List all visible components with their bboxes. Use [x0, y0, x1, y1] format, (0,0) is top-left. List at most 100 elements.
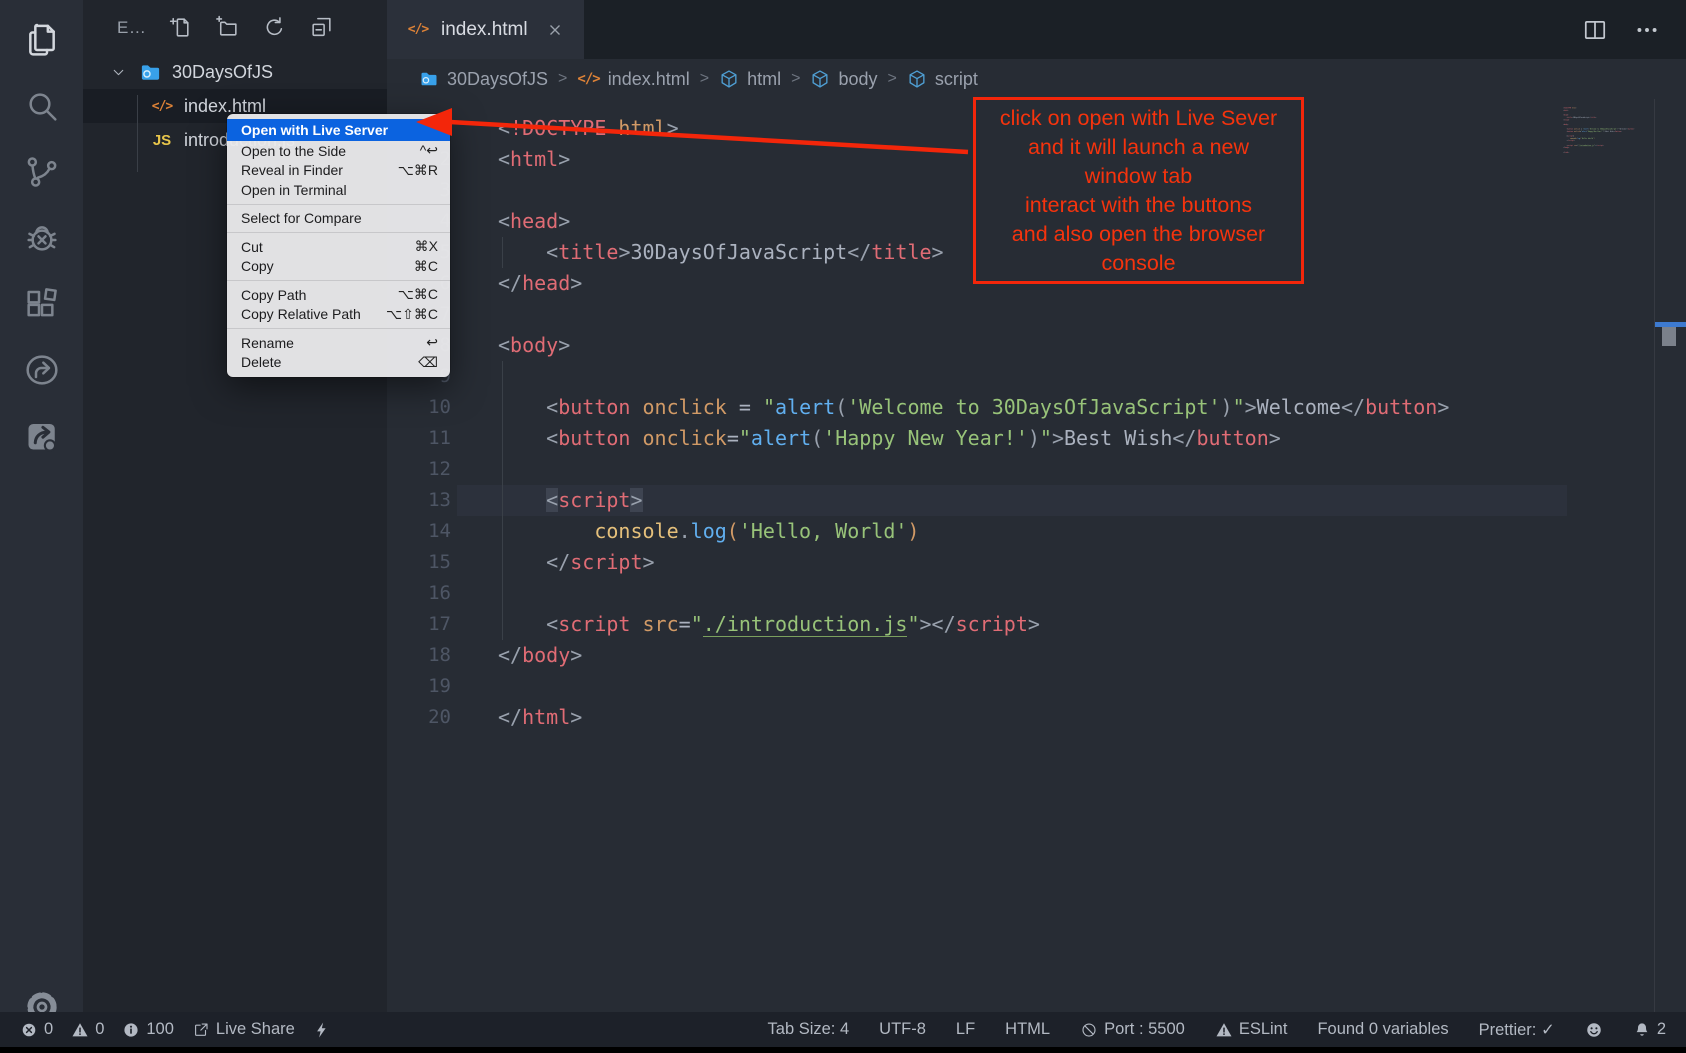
folder-label: 30DaysOfJS — [172, 62, 273, 83]
scrollbar-thumb[interactable] — [1662, 327, 1676, 346]
status-live-share[interactable]: Live Share — [192, 1020, 295, 1039]
menu-item-delete[interactable]: Delete⌫ — [227, 353, 450, 373]
smiley-icon — [1585, 1021, 1603, 1039]
extensions-icon[interactable] — [18, 280, 66, 328]
breadcrumb-item-index.html[interactable]: </>index.html — [577, 69, 689, 90]
refresh-icon[interactable] — [262, 15, 287, 40]
breadcrumb-separator: > — [791, 70, 800, 88]
breadcrumb: 30DaysOfJS></>index.html>html>body>scrip… — [387, 59, 1686, 99]
tree-indent-guide — [137, 95, 138, 172]
line-number: 20 — [387, 702, 451, 733]
menu-item-copy-path[interactable]: Copy Path⌥⌘C — [227, 285, 450, 305]
bell-icon — [1633, 1021, 1651, 1039]
new-file-icon[interactable] — [168, 15, 193, 40]
status-html[interactable]: HTML — [1005, 1020, 1050, 1039]
line-number: 15 — [387, 547, 451, 578]
code-line-11: <button onclick="alert('Happy New Year!'… — [498, 423, 1449, 454]
line-number: 19 — [387, 671, 451, 702]
menu-item-open-in-terminal[interactable]: Open in Terminal — [227, 180, 450, 200]
port-icon — [1080, 1021, 1098, 1039]
status-smiley[interactable] — [1585, 1021, 1603, 1039]
html-file-icon: </> — [405, 22, 431, 37]
breadcrumb-item-body[interactable]: body — [810, 69, 877, 90]
menu-item-copy-relative-path[interactable]: Copy Relative Path⌥⇧⌘C — [227, 305, 450, 325]
symbol-cube-icon — [907, 69, 927, 89]
tab-index-html[interactable]: </> index.html — [387, 0, 584, 59]
breadcrumb-item-html[interactable]: html — [719, 69, 781, 90]
split-editor-icon[interactable] — [1582, 17, 1608, 43]
code-line-7 — [498, 299, 1449, 330]
status-tab-size-4[interactable]: Tab Size: 4 — [768, 1020, 850, 1039]
code-line-14: console.log('Hello, World') — [498, 516, 1449, 547]
collapse-all-icon[interactable] — [309, 15, 334, 40]
search-icon[interactable] — [18, 82, 66, 130]
menu-item-reveal-in-finder[interactable]: Reveal in Finder⌥⌘R — [227, 161, 450, 181]
tree-item-folder[interactable]: 30DaysOfJS — [83, 55, 387, 89]
menu-item-cut[interactable]: Cut⌘X — [227, 237, 450, 257]
line-number: 10 — [387, 392, 451, 423]
explorer-title: E… — [117, 18, 146, 38]
status-port-5500[interactable]: Port : 5500 — [1080, 1020, 1185, 1039]
status-lightning[interactable] — [313, 1021, 331, 1039]
code-line-20: </html> — [1563, 151, 1653, 153]
menu-separator — [227, 328, 450, 329]
menu-separator — [227, 232, 450, 233]
code-line-9 — [498, 361, 1449, 392]
breadcrumb-item-script[interactable]: script — [907, 69, 978, 90]
code-line-18: </body> — [498, 640, 1449, 671]
breadcrumb-label: body — [838, 69, 877, 90]
tab-label: index.html — [441, 19, 528, 41]
code-line-19 — [498, 671, 1449, 702]
warning-icon — [1215, 1021, 1233, 1039]
status-0[interactable]: 0 — [71, 1020, 104, 1039]
error-icon — [20, 1021, 38, 1039]
menu-item-open-with-live-server[interactable]: Open with Live Server — [227, 119, 450, 141]
chevron-down-icon — [110, 64, 127, 81]
code-line-12 — [498, 454, 1449, 485]
source-control-icon[interactable] — [18, 148, 66, 196]
code-line-16 — [498, 578, 1449, 609]
menu-item-select-for-compare[interactable]: Select for Compare — [227, 209, 450, 229]
symbol-cube-icon — [719, 69, 739, 89]
menu-item-copy[interactable]: Copy⌘C — [227, 257, 450, 277]
status-100[interactable]: 100 — [122, 1020, 174, 1039]
vscode-window: E… 30DaysOfJS</>index.htmlJSintroduction… — [0, 0, 1686, 1053]
explorer-header: E… — [83, 0, 387, 55]
line-number: 17 — [387, 609, 451, 640]
status-eslint[interactable]: ESLint — [1215, 1020, 1288, 1039]
folder-icon — [137, 61, 163, 84]
menu-item-open-to-the-side[interactable]: Open to the Side^↩ — [227, 141, 450, 161]
publish-icon[interactable] — [18, 412, 66, 460]
line-number: 18 — [387, 640, 451, 671]
breadcrumb-separator: > — [887, 70, 896, 88]
html-file-icon: </> — [149, 99, 175, 114]
context-menu: Open with Live ServerOpen to the Side^↩R… — [227, 114, 450, 377]
close-icon[interactable] — [546, 21, 564, 39]
activity-bar — [0, 0, 83, 1012]
annotation-text: and also open the browser — [976, 220, 1301, 249]
breadcrumb-item-30DaysOfJS[interactable]: 30DaysOfJS — [419, 69, 548, 90]
breadcrumb-separator: > — [558, 70, 567, 88]
status-0[interactable]: 0 — [20, 1020, 53, 1039]
status-lf[interactable]: LF — [956, 1020, 975, 1039]
status-found-0-variables[interactable]: Found 0 variables — [1317, 1020, 1448, 1039]
status-2[interactable]: 2 — [1633, 1020, 1666, 1039]
annotation-box: click on open with Live Severand it will… — [973, 97, 1304, 284]
code-line-17: <script src="./introduction.js"></script… — [498, 609, 1449, 640]
status-utf-8[interactable]: UTF-8 — [879, 1020, 926, 1039]
tab-bar: </> index.html — [387, 0, 1686, 59]
menu-item-rename[interactable]: Rename↩ — [227, 333, 450, 353]
live-share-icon[interactable] — [18, 346, 66, 394]
folder-icon — [419, 69, 439, 89]
line-number: 14 — [387, 516, 451, 547]
more-actions-icon[interactable] — [1634, 17, 1660, 43]
files-icon[interactable] — [18, 16, 66, 64]
breadcrumb-label: html — [747, 69, 781, 90]
debug-icon[interactable] — [18, 214, 66, 262]
lightning-icon — [313, 1021, 331, 1039]
annotation-text: console — [976, 249, 1301, 278]
status-prettier-[interactable]: Prettier: ✓ — [1479, 1020, 1555, 1040]
minimap[interactable]: <!DOCTYPE html><html><head> <title>30Day… — [1563, 107, 1653, 157]
new-folder-icon[interactable] — [215, 15, 240, 40]
status-bar: 00 100 Live Share Tab Size: 4 UTF-8 LF HTML Po… — [0, 1012, 1686, 1047]
